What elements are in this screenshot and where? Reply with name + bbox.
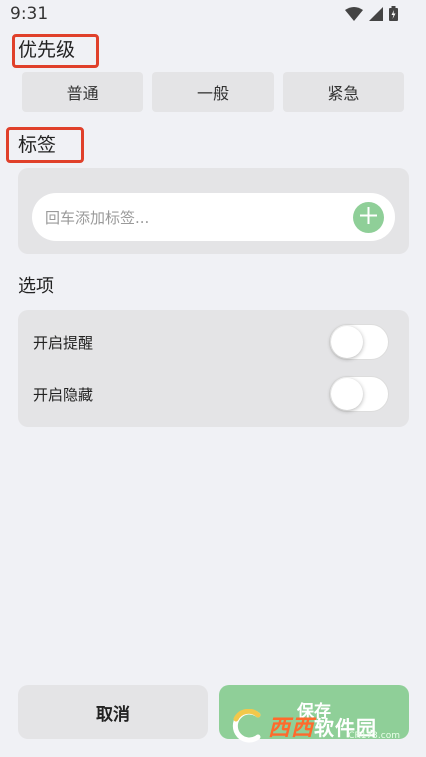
priority-option-urgent[interactable]: 紧急 [282,72,404,112]
status-bar: 9:31 [0,0,426,30]
cancel-button[interactable]: 取消 [18,685,208,739]
tags-section-label: 标签 [18,134,57,156]
hidden-toggle-knob [331,378,363,410]
watermark-c-icon [228,708,268,743]
watermark-logo: 西西软件园 CR173.com [228,707,406,745]
watermark-brand-a: 西西 [268,716,315,741]
reminder-toggle[interactable] [329,324,389,360]
option-hidden-label: 开启隐藏 [33,385,94,404]
priority-option-medium[interactable]: 一般 [152,72,274,112]
status-time: 9:31 [10,4,49,24]
wifi-icon [345,6,363,25]
option-hidden-row: 开启隐藏 [33,374,389,414]
tag-input[interactable] [43,193,347,243]
plus-icon [360,207,377,228]
priority-selector: 普通 一般 紧急 [22,72,404,112]
priority-option-normal[interactable]: 普通 [22,72,144,112]
status-icons [345,6,398,25]
priority-section-label: 优先级 [18,39,76,61]
option-reminder-row: 开启提醒 [33,322,389,362]
watermark-domain: CR173.com [348,731,400,741]
signal-icon [369,6,383,25]
add-tag-button[interactable] [353,202,384,233]
options-section-label: 选项 [18,276,54,297]
tag-input-container [32,193,395,243]
hidden-toggle[interactable] [329,376,389,412]
reminder-toggle-knob [331,326,363,358]
option-reminder-label: 开启提醒 [33,333,94,352]
battery-icon [389,6,398,25]
